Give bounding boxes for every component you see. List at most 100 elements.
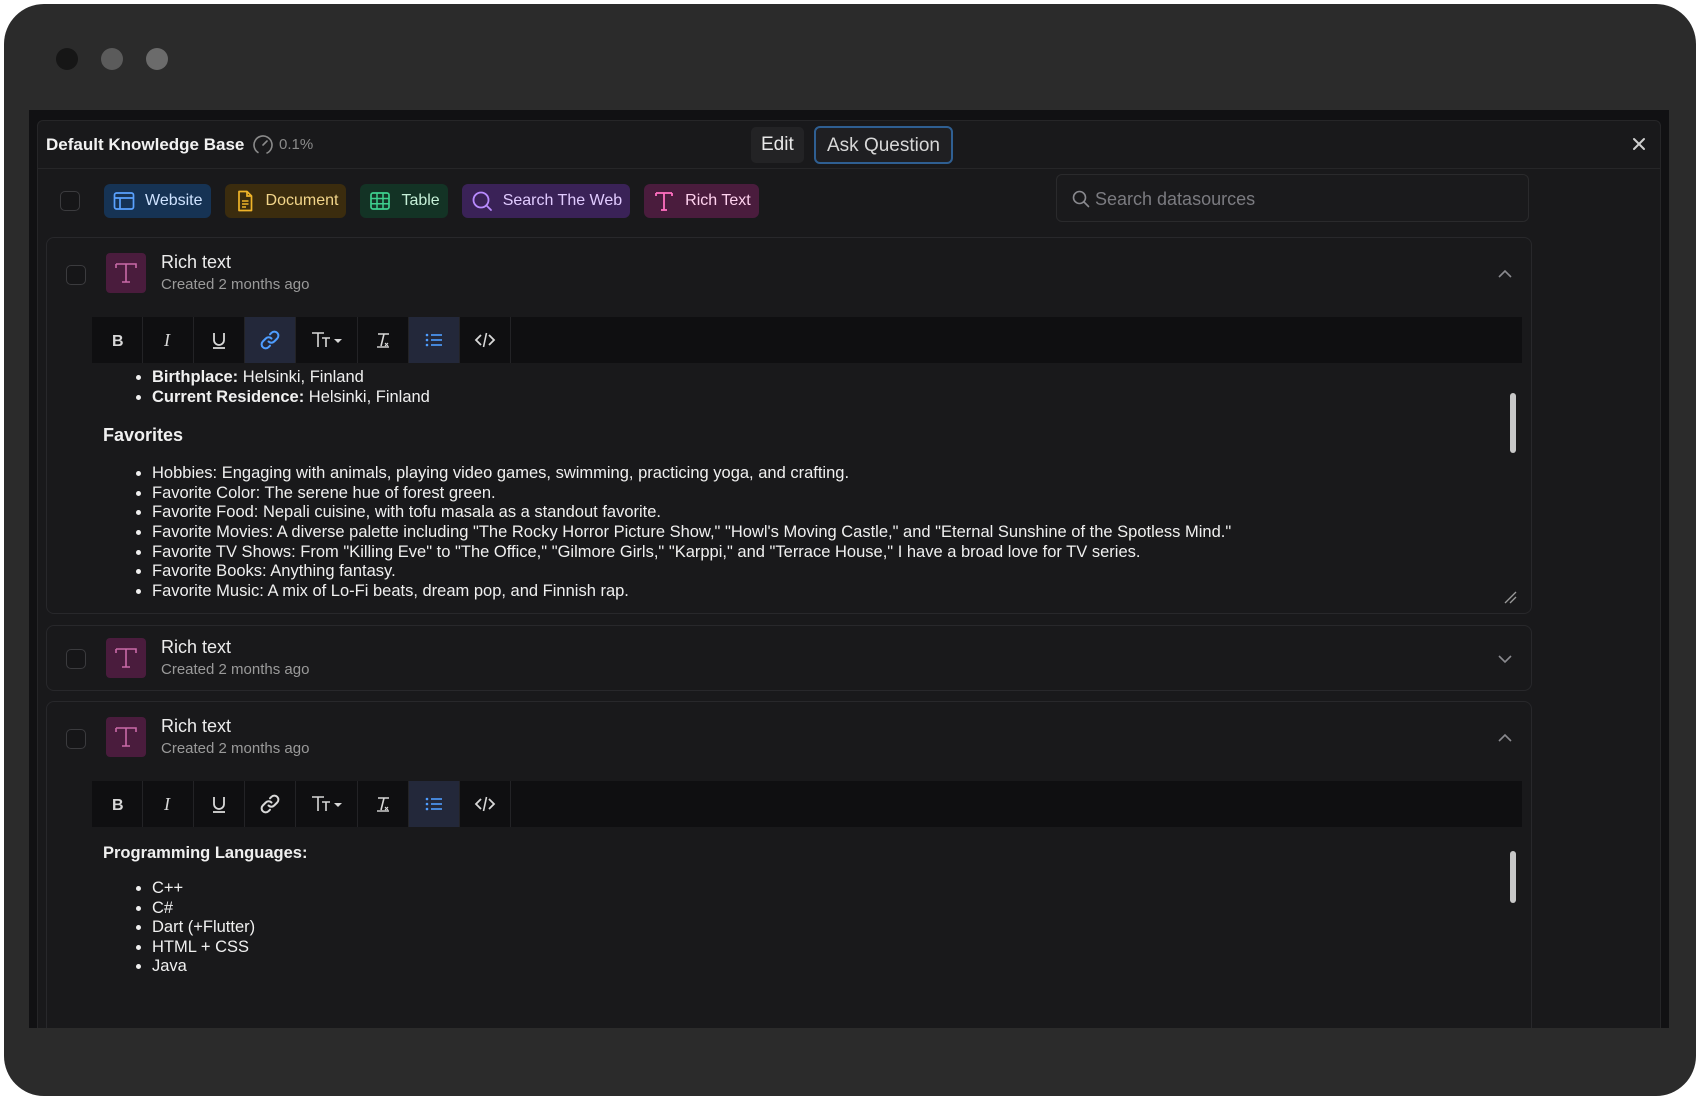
code-button[interactable]	[460, 317, 511, 363]
text-size-dropdown[interactable]	[296, 781, 358, 827]
list-item-value: Helsinki, Finland	[238, 368, 364, 386]
underline-button[interactable]	[194, 317, 245, 363]
search-input[interactable]	[1095, 183, 1515, 215]
section-heading: Programming Languages:	[103, 844, 308, 862]
rich-text-editor: B I Programming Languages: C++ C#	[92, 781, 1522, 1028]
bullet-list: C++ C# Dart (+Flutter) HTML + CSS Java	[92, 879, 1522, 977]
code-icon	[474, 332, 496, 348]
list-item: Hobbies: Engaging with animals, playing …	[152, 464, 1522, 484]
bold-button[interactable]: B	[92, 781, 143, 827]
datasource-card: Rich text Created 2 months ago	[46, 625, 1532, 691]
text-t-icon	[115, 263, 137, 283]
code-button[interactable]	[460, 781, 511, 827]
ask-question-button[interactable]: Ask Question	[814, 126, 953, 164]
datasource-title: Rich text	[161, 252, 232, 272]
filter-chip-search-web[interactable]: Search The Web	[461, 184, 631, 218]
filter-chip-label: Document	[265, 192, 339, 209]
filter-chip-rich-text[interactable]: Rich Text	[644, 184, 759, 218]
italic-button[interactable]: I	[143, 781, 194, 827]
editor-toolbar: B I	[92, 781, 1522, 827]
rich-text-editor: B I Birthplace: Helsinki, Finland Curren…	[92, 317, 1522, 613]
search-icon	[1072, 190, 1090, 208]
editor-toolbar: B I	[92, 317, 1522, 363]
window-controls	[56, 48, 168, 70]
editor-content[interactable]: Birthplace: Helsinki, Finland Current Re…	[92, 363, 1522, 613]
list-item: Favorite Music: A mix of Lo-Fi beats, dr…	[152, 582, 1522, 602]
list-item: Favorite Food: Nepali cuisine, with tofu…	[152, 503, 1522, 523]
italic-icon: I	[163, 330, 171, 350]
underline-icon	[213, 797, 225, 813]
text-size-dropdown[interactable]	[296, 317, 358, 363]
list-item: Java	[152, 957, 1522, 977]
text-size-icon	[311, 796, 342, 811]
usage-percent: 0.1%	[279, 136, 314, 153]
edit-mode-button[interactable]: Edit	[751, 127, 804, 163]
app-window: Default Knowledge Base 0.1% Edit Ask Que…	[4, 4, 1696, 1096]
list-item: Dart (+Flutter)	[152, 918, 1522, 938]
editor-content[interactable]: Programming Languages: C++ C# Dart (+Flu…	[92, 827, 1522, 987]
list-item-label: Current Residence:	[152, 387, 305, 406]
minimize-window-dot[interactable]	[101, 48, 123, 70]
editor-scrollbar[interactable]	[1510, 393, 1516, 453]
link-button[interactable]	[245, 781, 296, 827]
code-icon	[474, 796, 496, 812]
datasource-card: Rich text Created 2 months ago B I	[46, 701, 1532, 1028]
list-item: HTML + CSS	[152, 938, 1522, 958]
chevron-up-icon[interactable]	[1494, 727, 1516, 749]
filter-chip-website[interactable]: Website	[104, 184, 211, 218]
text-size-icon	[311, 332, 342, 347]
link-button[interactable]	[245, 317, 296, 363]
svg-text:I: I	[163, 794, 171, 814]
clear-format-button[interactable]	[358, 317, 409, 363]
close-icon[interactable]	[1626, 131, 1652, 157]
datasource-checkbox[interactable]	[66, 265, 86, 285]
list-item: Favorite Movies: A diverse palette inclu…	[152, 523, 1522, 543]
list-item: Favorite TV Shows: From "Killing Eve" to…	[152, 543, 1522, 563]
section-heading: Favorites	[103, 425, 184, 446]
clear-format-icon	[377, 333, 389, 348]
filter-chip-label: Website	[145, 192, 203, 209]
rich-text-icon	[106, 717, 146, 757]
select-all-checkbox[interactable]	[60, 191, 80, 211]
maximize-window-dot[interactable]	[146, 48, 168, 70]
underline-button[interactable]	[194, 781, 245, 827]
bullet-list-button[interactable]	[409, 317, 460, 363]
datasource-checkbox[interactable]	[66, 649, 86, 669]
bullet-list-button[interactable]	[409, 781, 460, 827]
list-item: Current Residence: Helsinki, Finland	[152, 388, 1522, 408]
svg-text:I: I	[163, 330, 171, 350]
editor-scrollbar[interactable]	[1510, 851, 1516, 903]
close-window-dot[interactable]	[56, 48, 78, 70]
document-icon	[237, 190, 252, 212]
filter-chip-label: Rich Text	[685, 192, 751, 209]
app-content: Default Knowledge Base 0.1% Edit Ask Que…	[29, 110, 1669, 1028]
bold-icon: B	[112, 797, 124, 814]
filter-chip-table[interactable]: Table	[360, 184, 448, 218]
chevron-down-icon[interactable]	[1494, 648, 1516, 670]
resize-handle-icon[interactable]	[1502, 589, 1518, 605]
datasource-created: Created 2 months ago	[161, 661, 310, 678]
list-item: Favorite Books: Anything fantasy.	[152, 562, 1522, 582]
link-icon	[260, 794, 280, 814]
italic-button[interactable]: I	[143, 317, 194, 363]
knowledge-base-panel: Default Knowledge Base 0.1% Edit Ask Que…	[37, 120, 1661, 1028]
datasource-created: Created 2 months ago	[161, 276, 310, 293]
datasource-created: Created 2 months ago	[161, 740, 310, 757]
filter-chip-document[interactable]: Document	[224, 184, 347, 218]
text-t-icon	[115, 727, 137, 747]
clear-format-button[interactable]	[358, 781, 409, 827]
list-item-value: Helsinki, Finland	[304, 387, 430, 406]
chevron-up-icon[interactable]	[1494, 263, 1516, 285]
svg-text:B: B	[112, 797, 124, 814]
text-t-icon	[655, 192, 674, 211]
text-t-icon	[115, 648, 137, 668]
bullet-list: Hobbies: Engaging with animals, playing …	[92, 464, 1522, 601]
datasource-checkbox[interactable]	[66, 729, 86, 749]
clear-format-icon	[377, 797, 389, 812]
table-icon	[370, 192, 391, 210]
bold-button[interactable]: B	[92, 317, 143, 363]
list-item: C++	[152, 879, 1522, 899]
panel-header: Default Knowledge Base 0.1% Edit Ask Que…	[38, 121, 1660, 169]
list-item: Favorite Color: The serene hue of forest…	[152, 484, 1522, 504]
rich-text-icon	[106, 638, 146, 678]
